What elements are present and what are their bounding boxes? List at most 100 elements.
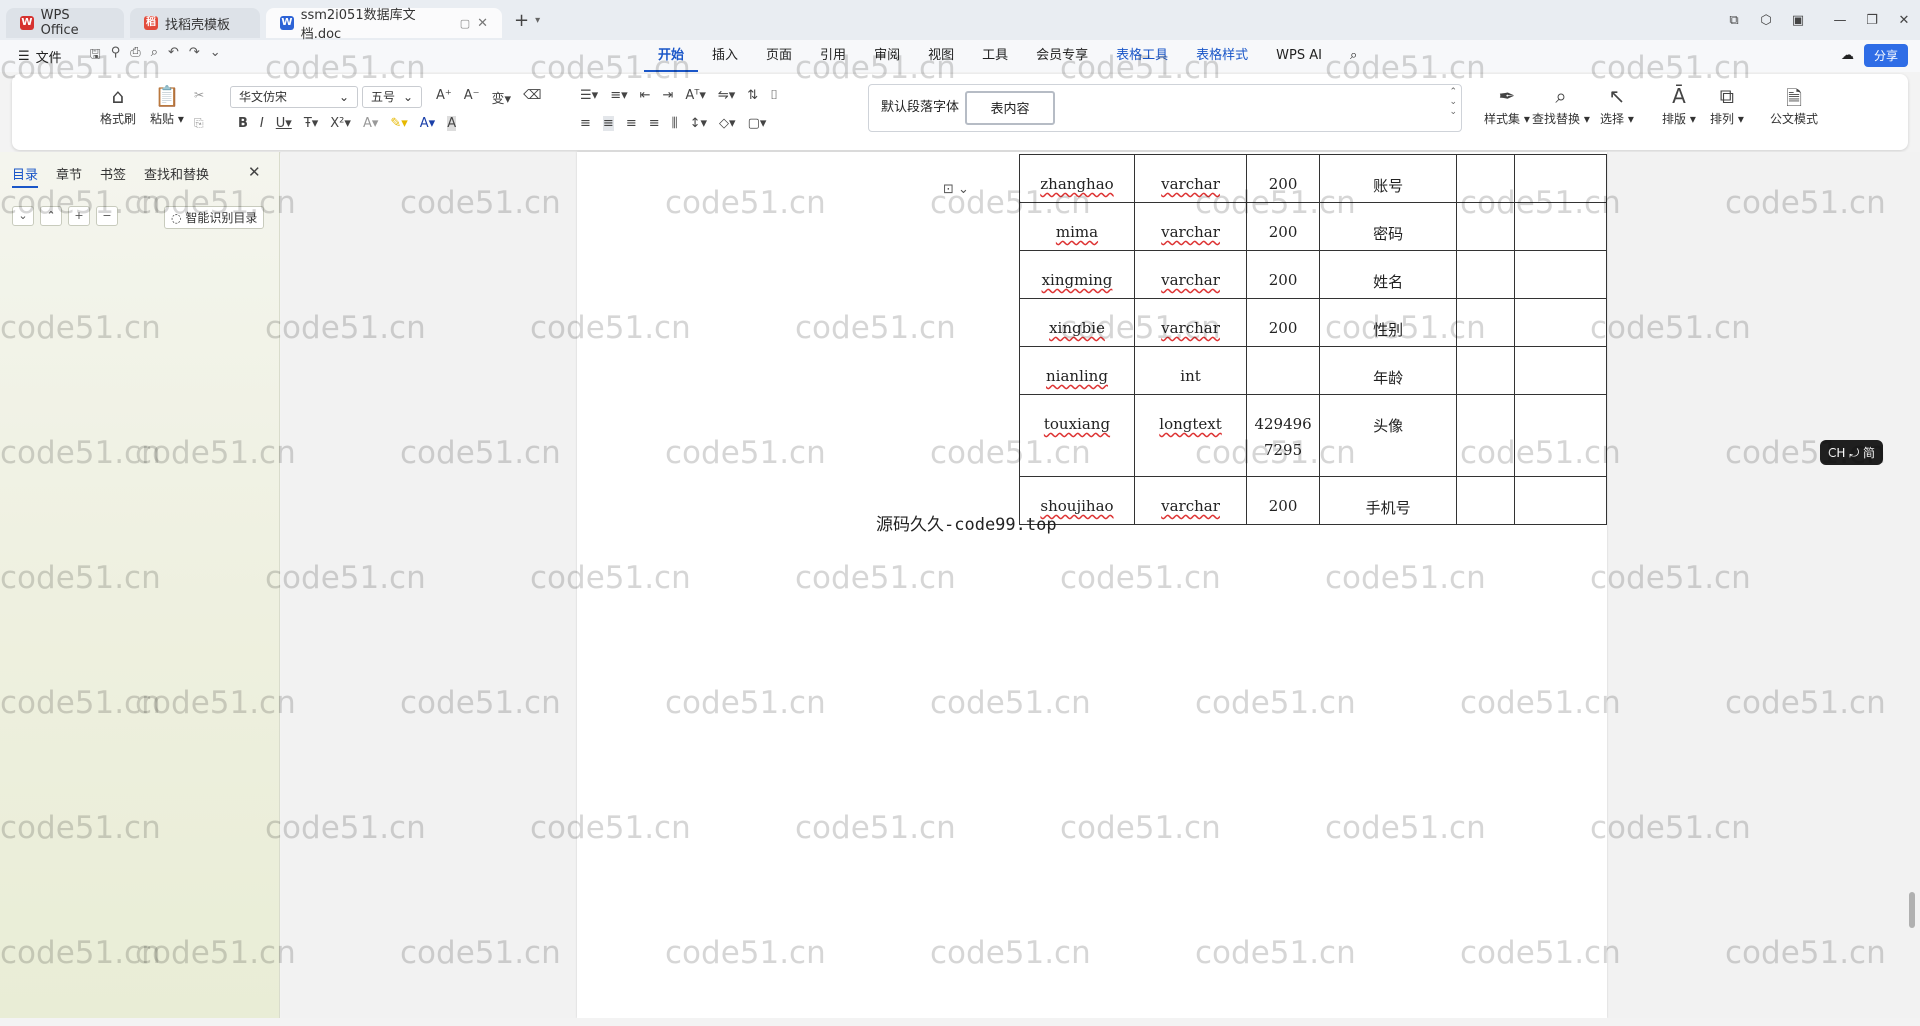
clear-format-icon[interactable]: ⌫ xyxy=(523,88,541,107)
document-canvas[interactable]: ⊡ ⌄ zhanghao varchar 200 账号 mima varchar… xyxy=(281,152,1905,1018)
layout-button[interactable]: Ā 排版 ▾ xyxy=(1662,84,1696,127)
vertical-scrollbar[interactable] xyxy=(1905,152,1920,1018)
shrink-font-icon[interactable]: A⁻ xyxy=(464,88,480,107)
sidebar-tab-toc[interactable]: 目录 xyxy=(12,164,39,188)
cube-icon[interactable]: ⬡ xyxy=(1750,13,1782,28)
field-length[interactable]: 200 xyxy=(1246,250,1321,299)
smart-toc-button[interactable]: ◌ 智能识别目录 xyxy=(164,206,265,229)
document-page[interactable]: ⊡ ⌄ zhanghao varchar 200 账号 mima varchar… xyxy=(577,152,1607,1018)
tab-insert[interactable]: 插入 xyxy=(698,40,752,72)
tab-page[interactable]: 页面 xyxy=(752,40,806,72)
undo-icon[interactable]: ↶ xyxy=(168,45,179,67)
layout-icon[interactable]: ⧉ xyxy=(1718,13,1750,28)
pin-icon[interactable]: ⚲ xyxy=(111,45,121,67)
field-length[interactable]: 200 xyxy=(1246,154,1321,203)
paste-button[interactable]: 📋 粘贴 ▾ xyxy=(150,84,184,127)
bold-icon[interactable]: B xyxy=(238,116,248,131)
more-chevron-icon[interactable]: ⌄ xyxy=(210,45,221,67)
align-left-icon[interactable]: ≡ xyxy=(580,116,591,131)
field-desc[interactable]: 密码 xyxy=(1319,202,1458,251)
share-button[interactable]: 分享 xyxy=(1863,44,1908,67)
redo-icon[interactable]: ↷ xyxy=(189,45,200,67)
strikethrough-icon[interactable]: Ŧ▾ xyxy=(304,116,318,131)
style-default-paragraph-font[interactable]: 默认段落字体 xyxy=(871,91,969,125)
grow-font-icon[interactable]: A⁺ xyxy=(436,88,452,107)
tab-member[interactable]: 会员专享 xyxy=(1022,40,1102,72)
decrease-indent-icon[interactable]: ⇤ xyxy=(640,88,651,103)
format-painter-button[interactable]: ⌂ 格式刷 xyxy=(100,84,136,127)
font-size-select[interactable]: 五号 ⌄ xyxy=(362,86,422,108)
empty-cell[interactable] xyxy=(1456,250,1516,299)
save-icon[interactable]: 🖫 xyxy=(90,45,101,67)
chevron-down-icon[interactable]: ▾ xyxy=(535,15,540,26)
font-name-select[interactable]: 华文仿宋 ⌄ xyxy=(230,86,358,108)
justify-icon[interactable]: ≡ xyxy=(649,116,660,131)
superscript-icon[interactable]: X²▾ xyxy=(330,116,351,131)
show-marks-icon[interactable]: ⌷ xyxy=(770,88,778,103)
field-length[interactable]: 200 xyxy=(1246,298,1321,347)
field-desc[interactable]: 头像 xyxy=(1319,394,1458,477)
expand-down-icon[interactable]: ⌄ xyxy=(12,206,34,226)
field-type[interactable]: int xyxy=(1133,346,1248,395)
field-table[interactable]: zhanghao varchar 200 账号 mima varchar 200… xyxy=(1019,154,1607,525)
text-effect-icon[interactable]: A▾ xyxy=(363,116,378,131)
tab-table-style[interactable]: 表格样式 xyxy=(1182,40,1262,72)
new-tab-plus-icon[interactable]: + xyxy=(514,10,529,31)
font-color-icon[interactable]: A▾ xyxy=(420,116,435,131)
field-length[interactable] xyxy=(1246,346,1321,395)
text-direction-icon[interactable]: Aᵀ▾ xyxy=(685,88,705,103)
minimize-icon[interactable]: — xyxy=(1824,13,1856,28)
tab-close-icon[interactable]: ✕ xyxy=(477,16,488,31)
numbered-list-icon[interactable]: ≡▾ xyxy=(610,88,627,103)
field-desc[interactable]: 手机号 xyxy=(1319,476,1458,525)
align-right-icon[interactable]: ≡ xyxy=(626,116,637,131)
sidebar-tab-find-replace[interactable]: 查找和替换 xyxy=(144,164,209,188)
field-desc[interactable]: 年龄 xyxy=(1319,346,1458,395)
char-shading-icon[interactable]: A xyxy=(447,116,457,131)
empty-cell[interactable] xyxy=(1456,298,1516,347)
find-replace-button[interactable]: ⌕ 查找替换 ▾ xyxy=(1532,84,1590,127)
shading-icon[interactable]: ◇▾ xyxy=(719,116,736,131)
remove-level-icon[interactable]: − xyxy=(96,206,118,226)
style-set-button[interactable]: ✒ 样式集 ▾ xyxy=(1484,84,1530,127)
line-spacing-icon[interactable]: ↕▾ xyxy=(690,116,707,131)
ime-indicator[interactable]: CH ⤾ 简 xyxy=(1820,440,1884,465)
tab-table-tools[interactable]: 表格工具 xyxy=(1102,40,1182,72)
empty-cell[interactable] xyxy=(1514,346,1607,395)
field-length[interactable]: 200 xyxy=(1246,202,1321,251)
phonetic-icon[interactable]: 变▾ xyxy=(492,88,512,107)
field-desc[interactable]: 姓名 xyxy=(1319,250,1458,299)
arrange-button[interactable]: ⧉ 排列 ▾ xyxy=(1710,84,1744,127)
tab-document[interactable]: W ssm2i051数据库文档.doc ▢ ✕ xyxy=(266,8,502,42)
empty-cell[interactable] xyxy=(1456,476,1516,525)
empty-cell[interactable] xyxy=(1456,154,1516,203)
bullet-list-icon[interactable]: ☰▾ xyxy=(580,88,598,103)
sort-icon[interactable]: ⇅ xyxy=(747,88,758,103)
tab-reference[interactable]: 引用 xyxy=(806,40,860,72)
empty-cell[interactable] xyxy=(1514,154,1607,203)
sidebar-tab-bookmarks[interactable]: 书签 xyxy=(100,164,126,188)
field-desc[interactable]: 账号 xyxy=(1319,154,1458,203)
restore-icon[interactable]: ❐ xyxy=(1856,13,1888,28)
increase-indent-icon[interactable]: ⇥ xyxy=(663,88,674,103)
file-menu[interactable]: ☰ 文件 xyxy=(18,47,62,66)
sidebar-tab-chapters[interactable]: 章节 xyxy=(56,164,82,188)
style-table-content[interactable]: 表内容 xyxy=(965,91,1055,125)
tab-review[interactable]: 审阅 xyxy=(860,40,914,72)
collapse-up-icon[interactable]: ⌃ xyxy=(40,206,62,226)
highlight-icon[interactable]: ✎▾ xyxy=(390,116,407,131)
distributed-icon[interactable]: ⫼ xyxy=(672,116,678,131)
tab-start[interactable]: 开始 xyxy=(644,40,699,72)
field-length[interactable]: 200 xyxy=(1246,476,1321,525)
search-icon[interactable]: ⌕ xyxy=(1336,40,1371,72)
align-center-icon[interactable]: ≡ xyxy=(602,116,614,131)
tab-template[interactable]: 稻 找稻壳模板 xyxy=(130,8,260,38)
empty-cell[interactable] xyxy=(1514,298,1607,347)
sidebar-close-icon[interactable]: ✕ xyxy=(248,163,261,181)
empty-cell[interactable] xyxy=(1514,476,1607,525)
print-icon[interactable]: ⎙ xyxy=(130,45,140,67)
official-doc-mode-button[interactable]: 🗎 公文模式 xyxy=(1770,84,1818,127)
convert-icon[interactable]: ⇋▾ xyxy=(718,88,735,103)
add-level-icon[interactable]: + xyxy=(68,206,90,226)
comment-icon[interactable]: ☁ xyxy=(1841,48,1854,63)
